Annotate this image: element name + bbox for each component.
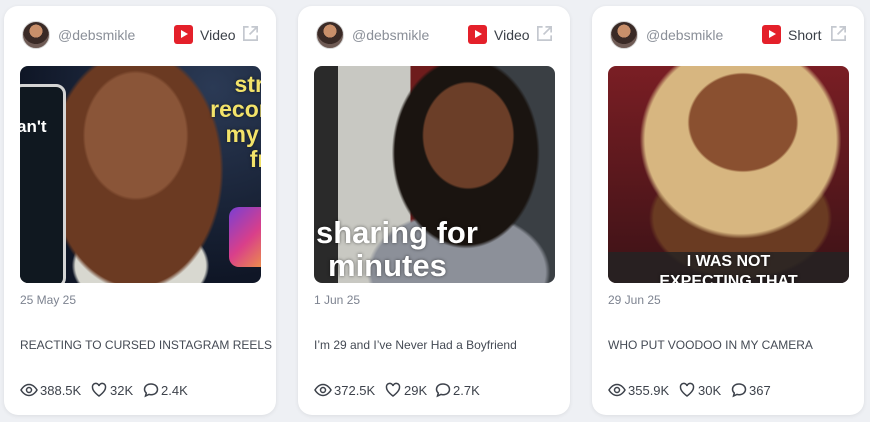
heart-icon xyxy=(385,382,401,397)
post-type-label: Short xyxy=(788,27,822,43)
views-count: 372.5K xyxy=(334,383,376,398)
comment-icon xyxy=(731,383,747,398)
post-stats: 372.5K 29K 2.7K xyxy=(314,381,560,399)
views-count: 388.5K xyxy=(40,383,82,398)
likes-count: 30K xyxy=(698,383,722,398)
post-header: @debsmikle Short xyxy=(608,21,848,51)
creator-handle[interactable]: @debsmikle xyxy=(58,27,135,43)
youtube-icon xyxy=(174,25,193,44)
views-count: 355.9K xyxy=(628,383,670,398)
comments-count: 367 xyxy=(749,383,771,398)
post-thumbnail[interactable]: sharing for minutes xyxy=(314,66,555,283)
thumbnail-overlay-text: sharing for minutes xyxy=(316,215,478,283)
post-stats: 355.9K 30K 367 xyxy=(608,381,854,399)
heart-icon xyxy=(679,382,695,397)
post-header: @debsmikle Video xyxy=(20,21,260,51)
post-card[interactable]: @debsmikle Video sharing for minutes 1 J… xyxy=(298,6,570,415)
comment-icon xyxy=(143,383,159,398)
thumbnail-overlay-text: stron reconsi my us free xyxy=(210,71,261,172)
post-title[interactable]: REACTING TO CURSED INSTAGRAM REELS xyxy=(20,338,272,352)
avatar[interactable] xyxy=(22,21,50,49)
post-card[interactable]: @debsmikle Video an't stron reconsi my u… xyxy=(4,6,276,415)
external-link-icon[interactable] xyxy=(829,24,848,43)
creator-handle[interactable]: @debsmikle xyxy=(352,27,429,43)
post-header: @debsmikle Video xyxy=(314,21,554,51)
post-date: 29 Jun 25 xyxy=(608,293,661,307)
eye-icon xyxy=(608,383,626,397)
post-date: 25 May 25 xyxy=(20,293,77,307)
external-link-icon[interactable] xyxy=(241,24,260,43)
instagram-logo-graphic xyxy=(229,207,261,267)
creator-handle[interactable]: @debsmikle xyxy=(646,27,723,43)
post-type-label: Video xyxy=(200,27,236,43)
comments-count: 2.4K xyxy=(161,383,188,398)
eye-icon xyxy=(314,383,332,397)
eye-icon xyxy=(20,383,38,397)
phone-graphic: an't xyxy=(20,84,66,283)
avatar[interactable] xyxy=(316,21,344,49)
post-title[interactable]: WHO PUT VOODOO IN MY CAMERA xyxy=(608,338,854,352)
external-link-icon[interactable] xyxy=(535,24,554,43)
heart-icon xyxy=(91,382,107,397)
post-stats: 388.5K 32K 2.4K xyxy=(20,381,266,399)
thumbnail-overlay-text: I WAS NOT EXPECTING THAT xyxy=(608,252,849,283)
post-date: 1 Jun 25 xyxy=(314,293,361,307)
post-card[interactable]: @debsmikle Short I WAS NOT EXPECTING THA… xyxy=(592,6,864,415)
post-type-label: Video xyxy=(494,27,530,43)
post-title[interactable]: I’m 29 and I’ve Never Had a Boyfriend xyxy=(314,338,560,352)
comment-icon xyxy=(435,383,451,398)
post-thumbnail[interactable]: an't stron reconsi my us free xyxy=(20,66,261,283)
likes-count: 29K xyxy=(404,383,428,398)
thumbnail-phone-text: an't xyxy=(20,117,47,136)
comments-count: 2.7K xyxy=(453,383,480,398)
post-thumbnail[interactable]: I WAS NOT EXPECTING THAT xyxy=(608,66,849,283)
likes-count: 32K xyxy=(110,383,134,398)
youtube-icon xyxy=(762,25,781,44)
youtube-icon xyxy=(468,25,487,44)
avatar[interactable] xyxy=(610,21,638,49)
